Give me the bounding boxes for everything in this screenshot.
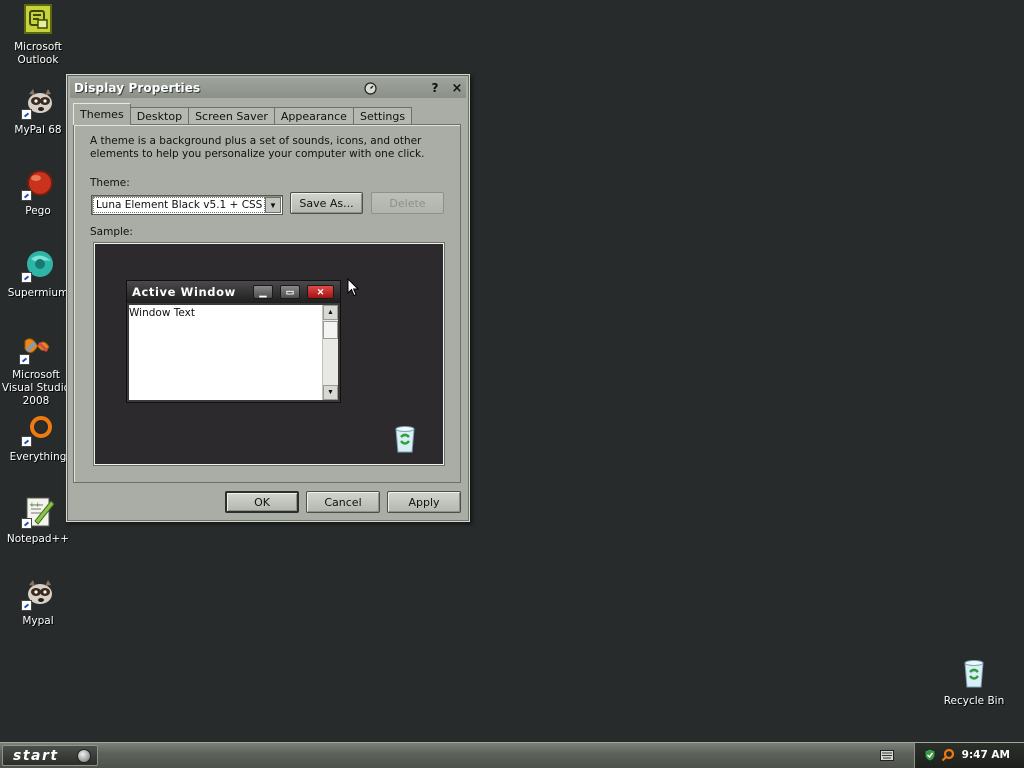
help-button[interactable]: ?: [427, 80, 443, 96]
keyboard-icon[interactable]: [880, 750, 894, 761]
delete-button[interactable]: Delete: [371, 192, 444, 214]
desktop-icon-everything[interactable]: Everything: [0, 413, 76, 464]
sample-recycle-bin-icon: [391, 424, 419, 454]
shortcut-arrow-icon: [21, 109, 32, 120]
shortcut-arrow-icon: [21, 600, 32, 611]
display-properties-dialog: Display Properties ? × Themes Desktop Sc…: [66, 74, 470, 522]
taskbar-clock[interactable]: 9:47 AM: [962, 749, 1010, 761]
svg-text:++: ++: [29, 501, 41, 509]
desktop-icon-visual-studio-2008[interactable]: Microsoft Visual Studio 2008: [0, 331, 72, 408]
mypal-raccoon-icon: [21, 86, 55, 120]
theme-label: Theme:: [90, 177, 130, 189]
desktop-icon-mypal-68[interactable]: MyPal 68: [0, 86, 76, 137]
sample-window-body: Window Text ▲ ▼: [129, 305, 338, 400]
sample-active-window: Active Window ▁ ▭ ✕ Window Text ▲ ▼: [126, 280, 341, 403]
start-button[interactable]: start: [2, 745, 98, 766]
desktop-icon-label: MyPal 68: [14, 124, 62, 136]
sample-label: Sample:: [90, 226, 133, 238]
tab-appearance[interactable]: Appearance: [273, 107, 354, 125]
desktop-icon-label: Pego: [25, 205, 51, 217]
shortcut-arrow-icon: [19, 354, 30, 365]
chevron-down-icon[interactable]: ▼: [265, 197, 281, 213]
maximize-icon: ▭: [280, 285, 300, 299]
shortcut-arrow-icon: [21, 436, 32, 447]
start-label: start: [13, 747, 59, 764]
tab-screen-saver[interactable]: Screen Saver: [188, 107, 275, 125]
desktop-icon-label: Recycle Bin: [943, 695, 1005, 707]
tab-settings[interactable]: Settings: [352, 107, 413, 125]
close-icon: ✕: [307, 285, 334, 299]
network-shield-icon[interactable]: [923, 748, 937, 762]
desktop-icon-recycle-bin[interactable]: Recycle Bin: [936, 657, 1012, 708]
taskbar: start 9:47 AM: [0, 742, 1024, 768]
desktop-icon-label: Mypal: [22, 615, 54, 627]
shortcut-arrow-icon: [21, 272, 32, 283]
theme-sample-preview: Active Window ▁ ▭ ✕ Window Text ▲ ▼: [94, 243, 444, 465]
theme-description: A theme is a background plus a set of so…: [90, 135, 425, 160]
dialog-titlebar[interactable]: Display Properties ? ×: [70, 78, 466, 98]
desktop-icon-microsoft-outlook[interactable]: Microsoft Outlook: [0, 3, 76, 67]
close-button[interactable]: ×: [449, 80, 465, 96]
start-orb-icon: [77, 749, 91, 763]
theme-select-value: Luna Element Black v5.1 + CSS: [93, 197, 265, 213]
system-tray: 9:47 AM: [914, 743, 1024, 768]
desktop-icon-label: Microsoft Visual Studio 2008: [1, 369, 71, 407]
desktop-icon-label: Microsoft Outlook: [14, 41, 62, 66]
desktop-icon-pego[interactable]: Pego: [0, 167, 76, 218]
supermium-icon: [21, 249, 55, 283]
tab-strip: Themes Desktop Screen Saver Appearance S…: [73, 103, 413, 125]
dialog-title: Display Properties: [74, 81, 201, 95]
shortcut-arrow-icon: [21, 190, 32, 201]
mouse-cursor-icon: [347, 277, 360, 300]
save-as-button[interactable]: Save As...: [290, 192, 363, 214]
pego-icon: [21, 167, 55, 201]
visual-studio-icon: [19, 331, 53, 365]
desktop-icon-label: Notepad++: [6, 533, 70, 545]
tab-desktop[interactable]: Desktop: [129, 107, 190, 125]
desktop-icon-label: Everything: [9, 451, 67, 463]
desktop-icon-notepad-plus-plus[interactable]: ++ Notepad++: [0, 495, 76, 546]
clock-icon: [362, 80, 378, 96]
desktop-icon-mypal[interactable]: Mypal: [0, 577, 76, 628]
recycle-bin-icon: [957, 657, 991, 691]
scroll-thumb: [323, 321, 338, 339]
apply-button[interactable]: Apply: [387, 491, 461, 513]
minimize-icon: ▁: [253, 285, 273, 299]
sample-scrollbar: ▲ ▼: [322, 305, 338, 400]
cancel-button[interactable]: Cancel: [306, 491, 380, 513]
mypal-raccoon-icon: [21, 577, 55, 611]
notepad-plus-plus-icon: ++: [21, 495, 55, 529]
scroll-up-arrow-icon: ▲: [323, 305, 338, 320]
tab-themes[interactable]: Themes: [73, 103, 131, 125]
everything-search-icon: [21, 413, 55, 447]
search-icon[interactable]: [941, 748, 955, 762]
desktop-icon-label: Supermium: [7, 287, 69, 299]
scroll-down-arrow-icon: ▼: [323, 385, 338, 400]
outlook-icon: [21, 3, 55, 37]
sample-window-text: Window Text: [129, 307, 195, 319]
ok-button[interactable]: OK: [225, 491, 299, 513]
shortcut-arrow-icon: [21, 518, 32, 529]
desktop-icon-supermium[interactable]: Supermium: [0, 249, 76, 300]
theme-select[interactable]: Luna Element Black v5.1 + CSS ▼: [91, 195, 283, 215]
